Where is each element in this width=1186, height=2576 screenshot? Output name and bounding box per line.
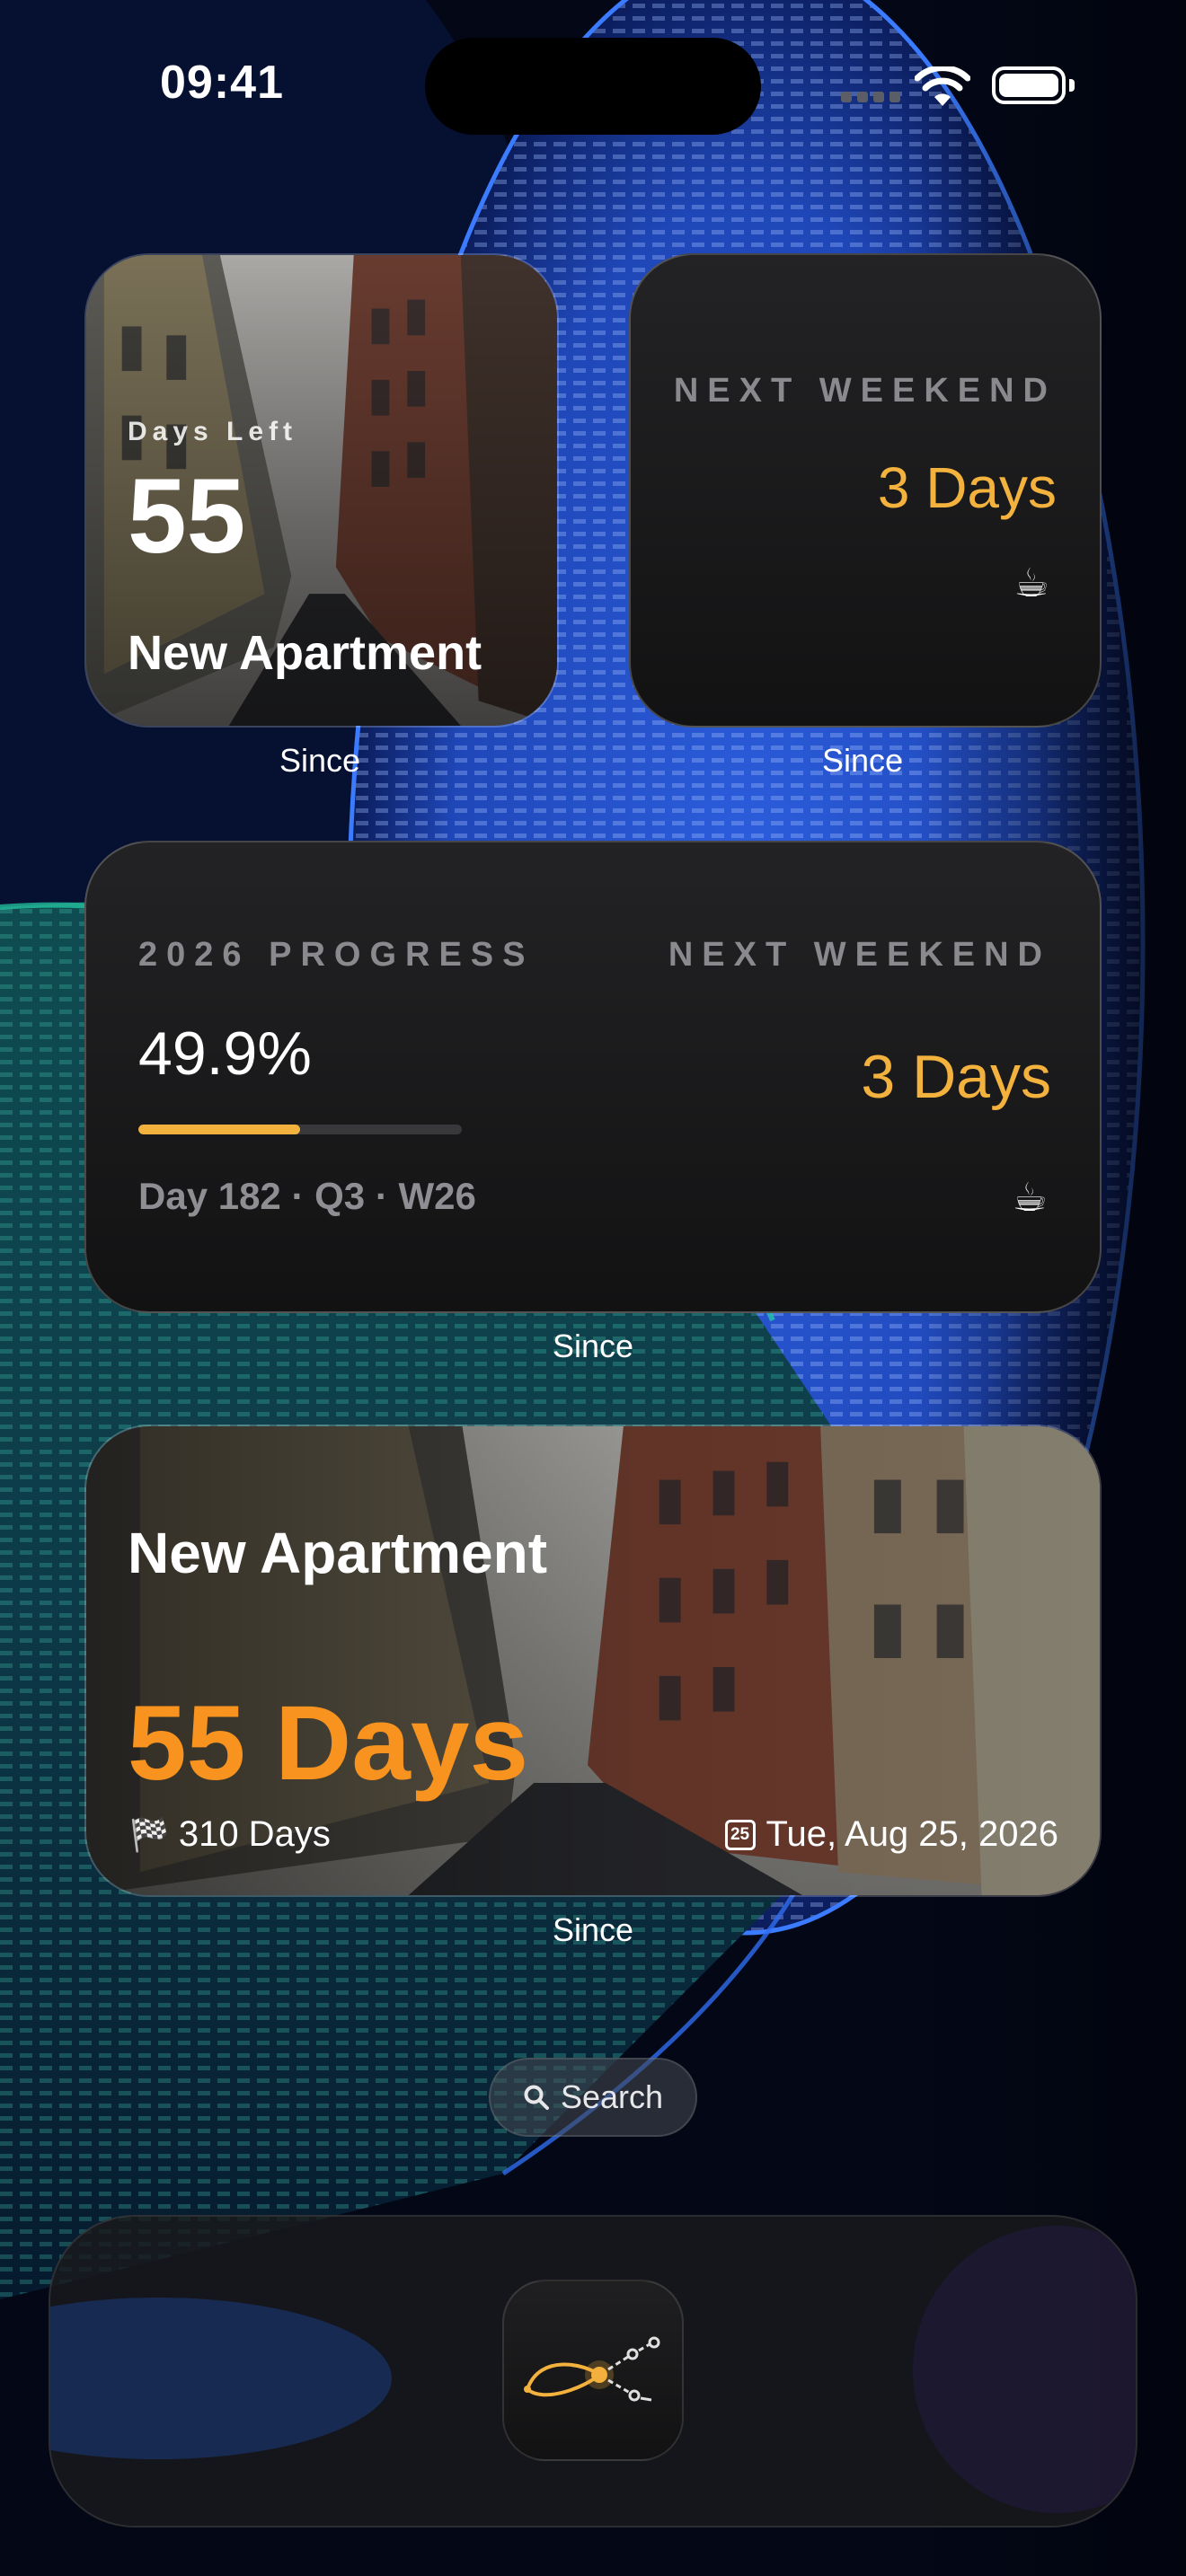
target-date-value: Tue, Aug 25, 2026 bbox=[766, 1814, 1058, 1854]
infinity-timeline-icon bbox=[524, 2336, 660, 2402]
next-weekend-widget-small[interactable]: NEXT WEEKEND 3 Days ☕ bbox=[629, 253, 1102, 728]
year-progress-label: 2026 PROGRESS bbox=[138, 936, 535, 974]
next-weekend-value: 3 Days bbox=[861, 1043, 1051, 1111]
cellular-signal-icon bbox=[841, 92, 900, 102]
status-time: 09:41 bbox=[160, 57, 284, 109]
progress-weekend-widget-medium[interactable]: 2026 PROGRESS 49.9% Day 182 · Q3 · W26 N… bbox=[84, 841, 1102, 1313]
target-date: 25 Tue, Aug 25, 2026 bbox=[724, 1814, 1058, 1855]
battery-tip bbox=[1069, 79, 1075, 92]
year-progress-fill bbox=[138, 1125, 300, 1134]
checkered-flag-icon: 🏁 bbox=[129, 1816, 170, 1854]
countdown-title: New Apartment bbox=[128, 626, 482, 680]
days-left-label: Days Left bbox=[128, 417, 298, 446]
search-label: Search bbox=[560, 2078, 664, 2115]
widget-caption-medium: Since bbox=[552, 1328, 634, 1364]
dynamic-island bbox=[425, 38, 761, 135]
year-progress-value: 49.9% bbox=[138, 1019, 312, 1088]
widget-caption-large: Since bbox=[552, 1911, 634, 1948]
widget-caption-small-2: Since bbox=[821, 742, 904, 779]
total-days-value: 310 Days bbox=[178, 1814, 331, 1854]
since-app-icon[interactable] bbox=[502, 2280, 684, 2461]
year-progress-bar bbox=[138, 1125, 462, 1134]
spotlight-search-button[interactable]: Search bbox=[489, 2058, 697, 2137]
next-weekend-value: 3 Days bbox=[877, 455, 1057, 520]
countdown-widget-large[interactable]: New Apartment 55 Days 🏁 310 Days 25 Tue,… bbox=[84, 1425, 1102, 1897]
next-weekend-label: NEXT WEEKEND bbox=[668, 936, 1051, 974]
total-days: 🏁 310 Days bbox=[129, 1814, 331, 1855]
calendar-icon: 25 bbox=[724, 1819, 756, 1850]
widget-caption-small-1: Since bbox=[279, 742, 361, 779]
wifi-icon bbox=[915, 66, 970, 106]
countdown-title: New Apartment bbox=[128, 1521, 548, 1585]
countdown-days: 55 Days bbox=[128, 1684, 529, 1803]
coffee-icon: ☕ bbox=[1013, 560, 1049, 606]
countdown-widget-small[interactable]: Days Left 55 New Apartment bbox=[84, 253, 559, 728]
search-icon bbox=[524, 2085, 549, 2110]
days-left-number: 55 bbox=[128, 457, 246, 576]
year-progress-detail: Day 182 · Q3 · W26 bbox=[138, 1175, 476, 1217]
coffee-icon: ☕ bbox=[1012, 1175, 1048, 1221]
battery-icon bbox=[992, 66, 1066, 104]
next-weekend-label: NEXT WEEKEND bbox=[673, 372, 1057, 410]
